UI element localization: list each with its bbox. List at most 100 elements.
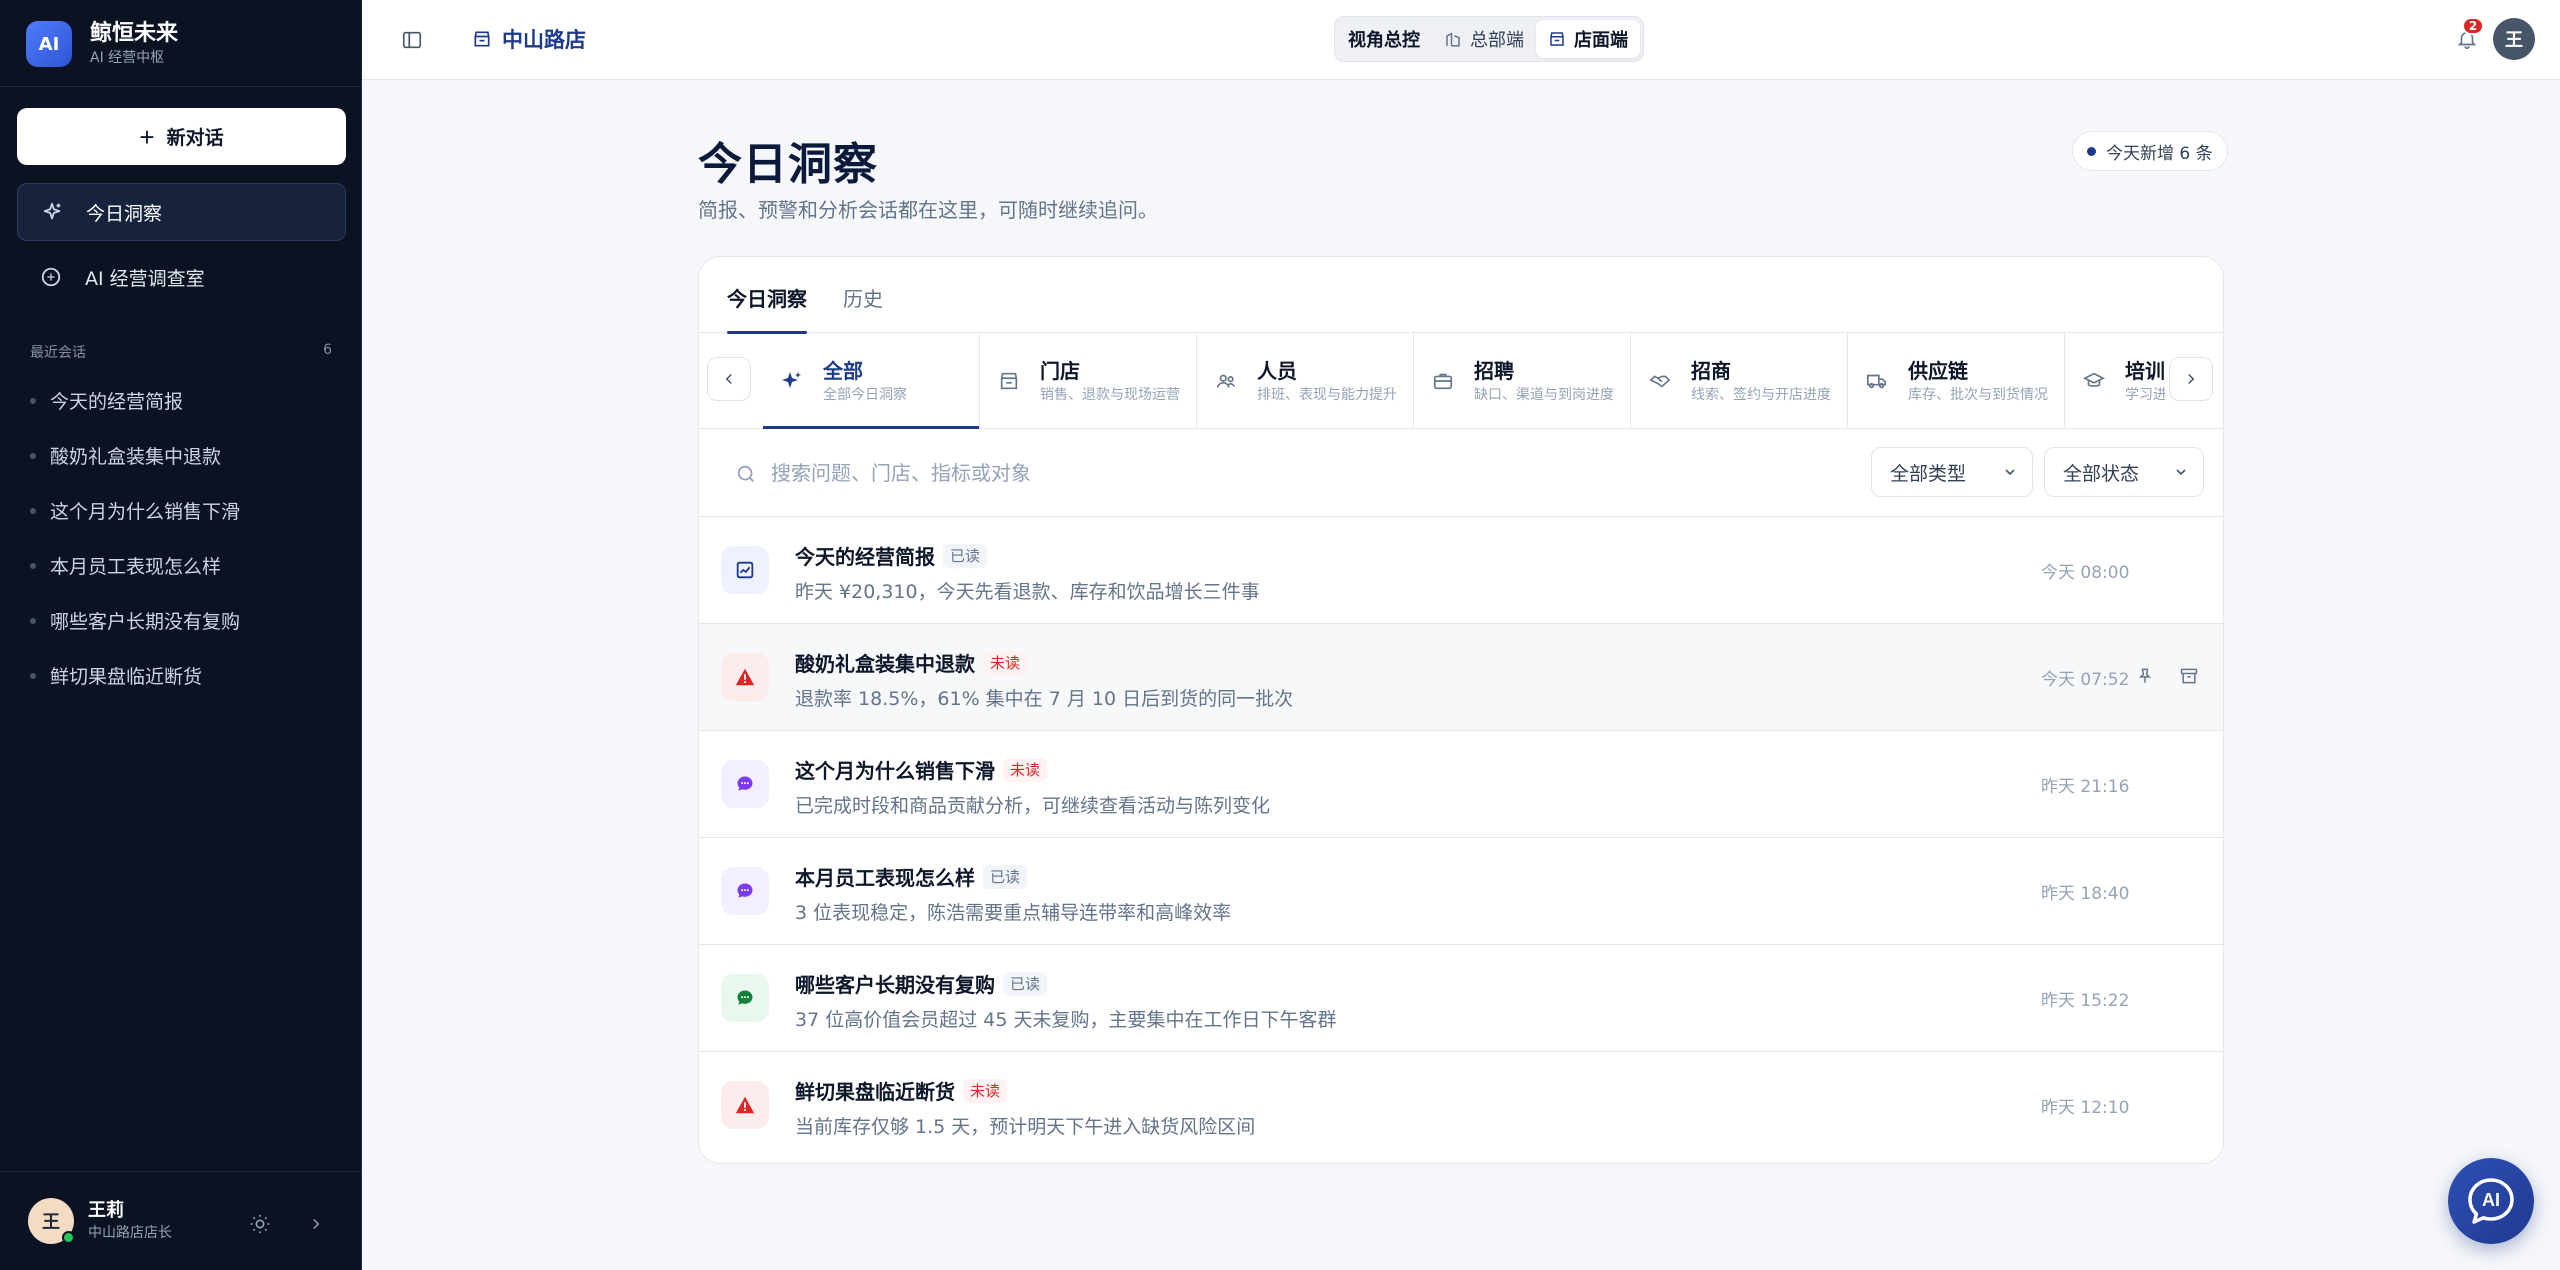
category-desc: 缺口、渠道与到岗进度 — [1474, 387, 1614, 403]
recent-item-label: 这个月为什么销售下滑 — [50, 501, 241, 523]
sidebar: AI 鲸恒未来 AI 经营中枢 + 新对话 今日洞察 AI 经营调查室 最近会话… — [0, 0, 362, 1270]
store-title[interactable]: 中山路店 — [472, 24, 586, 54]
user-profile[interactable]: 王 王莉 中山路店店长 — [28, 1198, 172, 1244]
recent-item[interactable]: 今天的经营简报 — [30, 387, 183, 414]
sidebar-item-ai-lab[interactable]: AI 经营调查室 — [17, 248, 346, 306]
status-filter-select[interactable]: 全部状态 — [2044, 447, 2204, 497]
insight-row[interactable]: 本月员工表现怎么样 已读 3 位表现稳定，陈浩需要重点辅导连带率和高峰效率 昨天… — [699, 838, 2223, 945]
users-icon — [1213, 368, 1239, 394]
category-name: 人员 — [1257, 359, 1297, 383]
recent-header: 最近会话 6 — [30, 342, 332, 362]
insight-row[interactable]: 哪些客户长期没有复购 已读 37 位高价值会员超过 45 天未复购，主要集中在工… — [699, 945, 2223, 1052]
building-icon — [1444, 30, 1462, 48]
view-option-store[interactable]: 店面端 — [1536, 20, 1640, 58]
category-desc: 全部今日洞察 — [823, 387, 907, 403]
sparkle-icon — [40, 200, 64, 224]
category-desc: 线索、签约与开店进度 — [1691, 387, 1831, 403]
sidebar-toggle-icon[interactable] — [398, 26, 426, 54]
bullet-icon — [30, 507, 36, 514]
view-switcher: 视角总控 总部端 店面端 — [1334, 16, 1644, 62]
type-filter-select[interactable]: 全部类型 — [1871, 447, 2033, 497]
category-people[interactable]: 人员 排班、表现与能力提升 — [1197, 333, 1414, 429]
svg-text:AI: AI — [2482, 1190, 2500, 1210]
insight-title: 这个月为什么销售下滑 — [795, 759, 995, 783]
chevron-left-icon — [725, 373, 732, 385]
bullet-icon — [30, 672, 36, 679]
dot-icon — [2087, 146, 2096, 156]
insight-row[interactable]: 今天的经营简报 已读 昨天 ¥20,310，今天先看退款、库存和饮品增长三件事 … — [699, 517, 2223, 624]
recent-item[interactable]: 酸奶礼盒装集中退款 — [30, 442, 221, 469]
insight-title: 酸奶礼盒装集中退款 — [795, 652, 975, 676]
recent-item[interactable]: 这个月为什么销售下滑 — [30, 497, 240, 524]
status-badge: 未读 — [963, 1078, 1008, 1103]
insight-time: 今天 08:00 — [2041, 563, 2130, 583]
brand[interactable]: AI 鲸恒未来 AI 经营中枢 — [26, 20, 178, 68]
avatar[interactable]: 王 — [2493, 18, 2535, 60]
scroll-right-button[interactable] — [2169, 357, 2213, 401]
bullet-icon — [30, 452, 36, 459]
category-store[interactable]: 门店 销售、退款与现场运营 — [980, 333, 1197, 429]
ai-chat-icon: AI — [2468, 1178, 2514, 1224]
user-role: 中山路店店长 — [88, 1225, 172, 1241]
category-name: 供应链 — [1908, 359, 1968, 383]
view-option-label: 总部端 — [1470, 30, 1524, 51]
insight-row[interactable]: 酸奶礼盒装集中退款 未读 退款率 18.5%，61% 集中在 7 月 10 日后… — [699, 624, 2223, 731]
category-franchise[interactable]: 招商 线索、签约与开店进度 — [1631, 333, 1848, 429]
user-name: 王莉 — [88, 1200, 124, 1221]
recent-item[interactable]: 本月员工表现怎么样 — [30, 552, 221, 579]
recent-item-label: 酸奶礼盒装集中退款 — [50, 446, 222, 468]
store-icon — [1548, 30, 1566, 48]
insight-time: 今天 07:52 — [2041, 670, 2130, 690]
category-recruiting[interactable]: 招聘 缺口、渠道与到岗进度 — [1414, 333, 1631, 429]
chat-icon — [721, 867, 769, 915]
avatar: 王 — [28, 1198, 75, 1244]
category-desc: 销售、退款与现场运营 — [1040, 387, 1180, 403]
ai-assistant-button[interactable]: AI — [2448, 1158, 2534, 1244]
insight-time: 昨天 15:22 — [2041, 991, 2130, 1011]
scroll-left-button[interactable] — [707, 357, 751, 401]
sidebar-item-label: AI 经营调查室 — [85, 267, 205, 290]
insight-title: 哪些客户长期没有复购 — [795, 973, 995, 997]
view-option-hq[interactable]: 总部端 — [1432, 20, 1536, 58]
archive-icon[interactable] — [2175, 662, 2203, 690]
truck-icon — [1864, 368, 1890, 394]
insight-row[interactable]: 这个月为什么销售下滑 未读 已完成时段和商品贡献分析，可继续查看活动与陈列变化 … — [699, 731, 2223, 838]
category-training[interactable]: 培训学习进度与认证 — [2065, 333, 2165, 429]
category-supply-chain[interactable]: 供应链 库存、批次与到货情况 — [1848, 333, 2065, 429]
insight-title: 鲜切果盘临近断货 — [795, 1080, 955, 1104]
store-icon — [996, 368, 1022, 394]
tab-today-insights[interactable]: 今日洞察 — [727, 283, 807, 334]
warning-icon — [721, 1081, 769, 1129]
recent-title: 最近会话 — [30, 345, 86, 361]
brand-name: 鲸恒未来 — [90, 21, 179, 46]
category-track: 全部全部今日洞察 门店 销售、退款与现场运营 人员 排班、表现与能力提升 招聘 缺口、… — [763, 333, 2165, 429]
page-subtitle: 简报、预警和分析会话都在这里，可随时继续追问。 — [698, 198, 1158, 222]
new-items-badge: 今天新增 6 条 — [2072, 131, 2228, 171]
category-all[interactable]: 全部 全部今日洞察 — [763, 333, 980, 429]
insight-desc: 退款率 18.5%，61% 集中在 7 月 10 日后到货的同一批次 — [795, 688, 1294, 710]
recent-item[interactable]: 哪些客户长期没有复购 — [30, 607, 240, 634]
graduation-cap-icon — [2081, 368, 2107, 394]
category-name: 全部 — [823, 359, 863, 383]
chevron-right-icon — [2188, 373, 2195, 385]
new-chat-button[interactable]: + 新对话 — [17, 108, 346, 165]
warning-icon — [721, 653, 769, 701]
store-icon — [472, 29, 492, 49]
view-option-label: 店面端 — [1574, 30, 1628, 51]
search-input[interactable] — [771, 455, 1831, 491]
store-name: 中山路店 — [502, 28, 586, 52]
recent-item[interactable]: 鲜切果盘临近断货 — [30, 662, 202, 689]
category-desc: 学习进度与认证 — [2125, 387, 2165, 403]
insight-desc: 已完成时段和商品贡献分析，可继续查看活动与陈列变化 — [795, 795, 1271, 817]
sidebar-item-today-insights[interactable]: 今日洞察 — [17, 183, 346, 241]
status-badge: 已读 — [943, 543, 988, 568]
sidebar-divider — [0, 86, 362, 87]
view-switcher-label: 视角总控 — [1348, 30, 1420, 51]
pin-icon[interactable] — [2131, 662, 2159, 690]
select-value: 全部类型 — [1890, 462, 1967, 485]
theme-toggle-sun-icon[interactable] — [246, 1210, 274, 1238]
insight-row[interactable]: 鲜切果盘临近断货 未读 当前库存仅够 1.5 天，预计明天下午进入缺货风险区间 … — [699, 1052, 2223, 1159]
chevron-right-icon[interactable] — [302, 1210, 330, 1238]
tab-history[interactable]: 历史 — [843, 283, 883, 333]
handshake-icon — [1647, 368, 1673, 394]
